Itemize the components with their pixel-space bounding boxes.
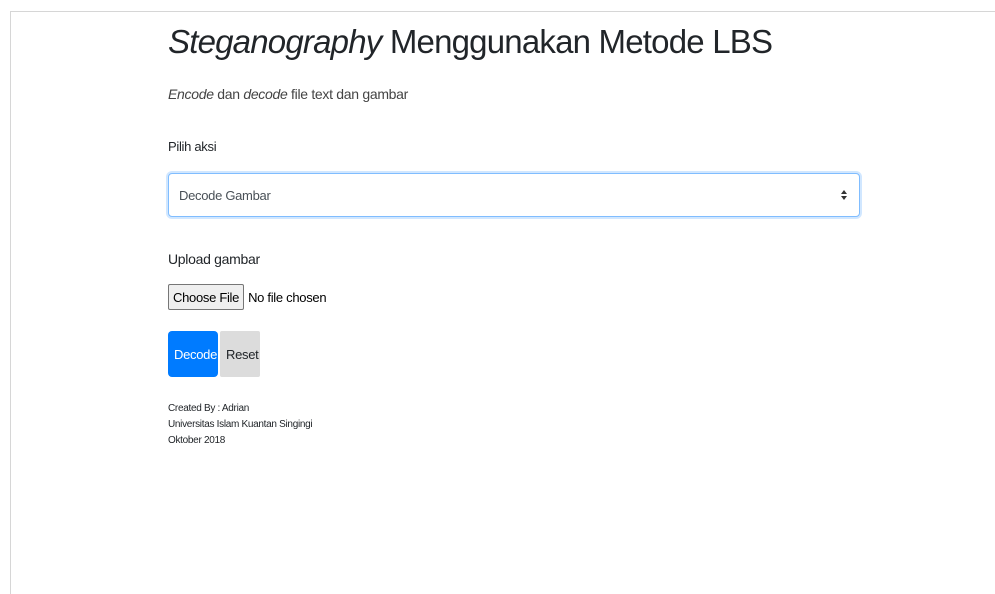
action-label: Pilih aksi [168,139,217,154]
subtitle-decode: decode [243,86,288,102]
footer-date: Oktober 2018 [168,435,225,446]
title-italic: Steganography [168,23,382,60]
file-input: Choose File No file chosen [168,283,327,311]
upload-label: Upload gambar [168,251,260,267]
footer-university: Universitas Islam Kuantan Singingi [168,419,313,430]
footer-credits: Created By : Adrian Universitas Islam Ku… [168,401,313,449]
choose-file-button[interactable]: Choose File [168,284,245,310]
title-rest: Menggunakan Metode LBS [381,23,773,60]
footer-author: Created By : Adrian [168,403,250,414]
page-frame [10,11,995,594]
subtitle-rest: file text dan gambar [287,86,409,102]
action-select-value: Decode Gambar [179,188,271,203]
subtitle-encode: Encode [168,86,214,102]
action-select[interactable]: Decode Gambar [168,173,860,217]
page-title: Steganography Menggunakan Metode LBS [168,22,773,62]
file-status: No file chosen [248,289,327,305]
subtitle-dan: dan [213,86,244,102]
decode-button[interactable]: Decode [168,331,218,377]
up-down-arrows-icon [841,190,847,200]
page-subtitle: Encode dan decode file text dan gambar [168,86,408,102]
reset-button[interactable]: Reset [220,331,260,377]
